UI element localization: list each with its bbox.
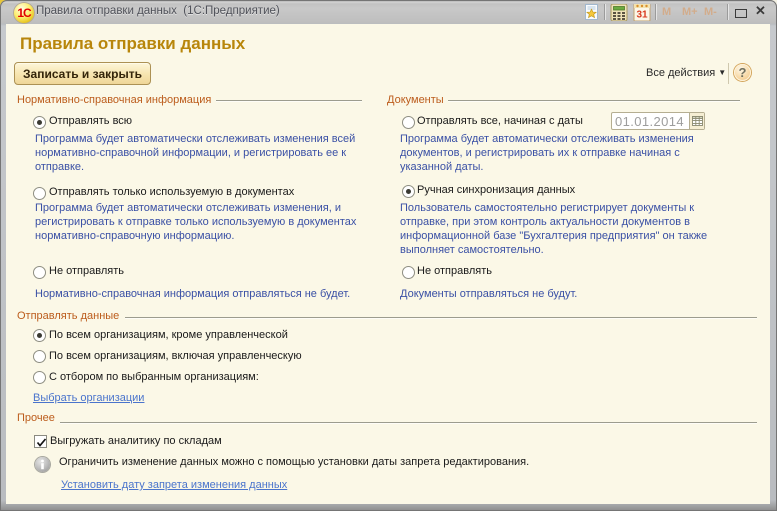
- svg-text:31: 31: [636, 10, 648, 21]
